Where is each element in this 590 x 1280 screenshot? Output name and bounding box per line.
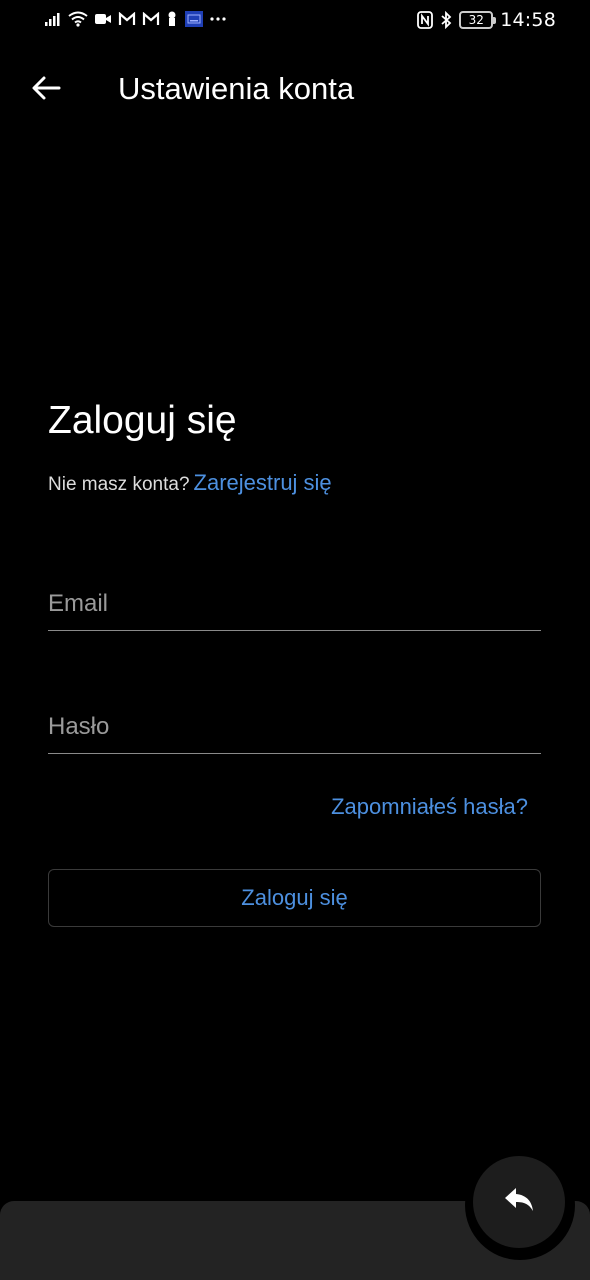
- signal-icon: [44, 11, 62, 27]
- wifi-icon: [68, 11, 88, 27]
- reply-icon: [502, 1185, 536, 1220]
- login-button[interactable]: Zaloguj się: [48, 869, 541, 927]
- gmail-icon: [142, 12, 160, 26]
- screen: 32 14:58 Ustawienia konta Zaloguj się Ni…: [0, 0, 590, 1280]
- status-bar: 32 14:58: [0, 0, 590, 42]
- more-dots-icon: [210, 16, 226, 22]
- password-field: [48, 692, 541, 754]
- no-account-text: Nie masz konta?: [48, 474, 190, 495]
- arrow-left-icon: [31, 75, 61, 106]
- app-bar: Ustawienia konta: [0, 62, 590, 118]
- password-input[interactable]: [48, 692, 541, 753]
- email-input[interactable]: [48, 569, 541, 630]
- bluetooth-icon: [440, 11, 452, 29]
- back-button[interactable]: [26, 70, 66, 110]
- nfc-icon: [417, 11, 434, 29]
- keyboard-icon: [184, 10, 204, 28]
- signup-prompt: Nie masz konta? Zarejestruj się: [48, 470, 332, 498]
- reply-button[interactable]: [473, 1156, 565, 1248]
- login-button-label: Zaloguj się: [241, 885, 348, 910]
- register-link[interactable]: Zarejestruj się: [194, 470, 332, 495]
- status-bar-right: 32 14:58: [417, 9, 556, 31]
- battery-icon: 32: [459, 11, 497, 29]
- status-bar-time: 14:58: [500, 9, 556, 31]
- forgot-password-link[interactable]: Zapomniałeś hasła?: [331, 793, 528, 821]
- notification-icon: [166, 11, 178, 27]
- status-bar-left: [44, 10, 226, 28]
- login-heading: Zaloguj się: [48, 399, 237, 442]
- email-field: [48, 569, 541, 631]
- page-title: Ustawienia konta: [118, 71, 355, 106]
- video-icon: [94, 12, 112, 26]
- gmail-icon: [118, 12, 136, 26]
